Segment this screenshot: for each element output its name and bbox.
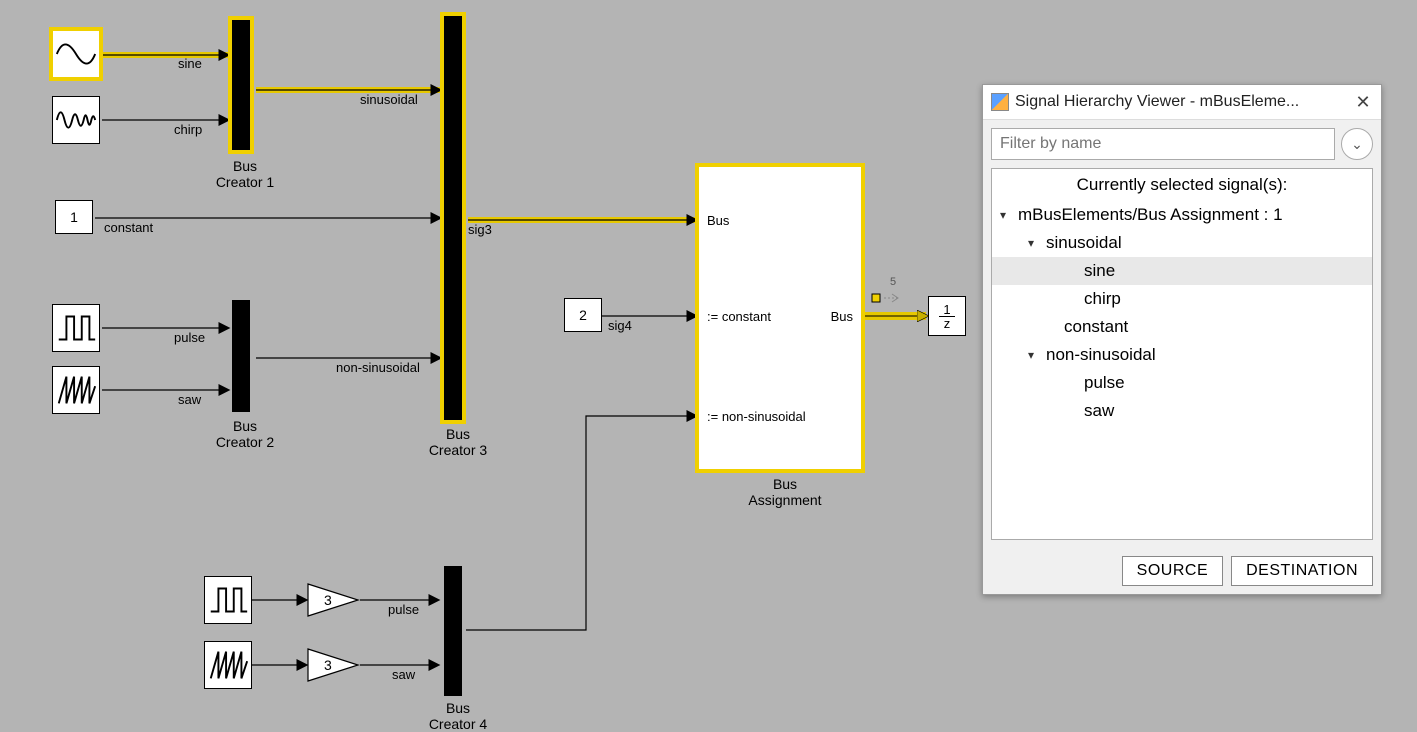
bus-assignment-port-constant: := constant xyxy=(707,309,771,324)
bus-assignment-port-out: Bus xyxy=(831,309,853,324)
constant-1-value: 1 xyxy=(70,209,78,225)
signal-tree[interactable]: Currently selected signal(s): ▾mBusEleme… xyxy=(991,168,1373,540)
signal-label-nonsinu: non-sinusoidal xyxy=(336,360,420,375)
signal-label-saw: saw xyxy=(178,392,201,407)
tree-node-nonsinu[interactable]: ▾non-sinusoidal xyxy=(992,341,1372,369)
signal-hierarchy-viewer-dialog[interactable]: Signal Hierarchy Viewer - mBusEleme... ✕… xyxy=(982,84,1382,595)
source-button[interactable]: SOURCE xyxy=(1122,556,1223,586)
signal-label-sig4: sig4 xyxy=(608,318,632,333)
dialog-titlebar[interactable]: Signal Hierarchy Viewer - mBusEleme... ✕ xyxy=(983,85,1381,120)
gain-2-block[interactable]: 3 xyxy=(306,647,360,683)
destination-button[interactable]: DESTINATION xyxy=(1231,556,1373,586)
sine-wave-block[interactable] xyxy=(52,30,100,78)
bus-creator-3-label: Bus Creator 3 xyxy=(408,426,508,458)
tree-header: Currently selected signal(s): xyxy=(992,169,1372,201)
pulse-block[interactable] xyxy=(52,304,100,352)
dialog-title-text: Signal Hierarchy Viewer - mBusEleme... xyxy=(1015,93,1353,111)
bus-creator-2-label: Bus Creator 2 xyxy=(200,418,290,450)
bus-assignment-port-bus: Bus xyxy=(707,213,729,228)
constant-2-value: 2 xyxy=(579,307,587,323)
bus-creator-4[interactable] xyxy=(444,566,462,696)
bus-assignment-label: Bus Assignment xyxy=(730,476,840,508)
signal-label-sinusoidal: sinusoidal xyxy=(360,92,418,107)
signal-trace-badge[interactable] xyxy=(868,288,908,306)
trace-badge-count: 5 xyxy=(890,276,896,288)
close-icon[interactable]: ✕ xyxy=(1353,92,1373,112)
delay-num: 1 xyxy=(939,303,954,317)
bus-creator-3[interactable] xyxy=(444,16,462,420)
bus-creator-2[interactable] xyxy=(232,300,250,412)
delay-den: z xyxy=(940,317,955,330)
filter-options-button[interactable]: ⌄ xyxy=(1341,128,1373,160)
gain-2-value: 3 xyxy=(324,657,332,673)
tree-node-sinusoidal[interactable]: ▾sinusoidal xyxy=(992,229,1372,257)
bus-creator-1-label: Bus Creator 1 xyxy=(200,158,290,190)
saw-2-block[interactable] xyxy=(204,641,252,689)
chirp-block[interactable] xyxy=(52,96,100,144)
tree-leaf-saw[interactable]: saw xyxy=(992,397,1372,425)
unit-delay-block[interactable]: 1 z xyxy=(928,296,966,336)
signal-label-saw2: saw xyxy=(392,667,415,682)
signal-label-sine: sine xyxy=(178,56,202,71)
signal-label-constant: constant xyxy=(104,220,153,235)
tree-leaf-constant[interactable]: constant xyxy=(992,313,1372,341)
bus-creator-1[interactable] xyxy=(232,20,250,150)
constant-2-block[interactable]: 2 xyxy=(564,298,602,332)
signal-label-pulse: pulse xyxy=(174,330,205,345)
bus-creator-4-label: Bus Creator 4 xyxy=(408,700,508,732)
dialog-app-icon xyxy=(991,93,1009,111)
gain-1-block[interactable]: 3 xyxy=(306,582,360,618)
tree-leaf-sine[interactable]: sine xyxy=(992,257,1372,285)
gain-1-value: 3 xyxy=(324,592,332,608)
tree-root[interactable]: ▾mBusElements/Bus Assignment : 1 xyxy=(992,201,1372,229)
signal-label-pulse2: pulse xyxy=(388,602,419,617)
tree-leaf-pulse[interactable]: pulse xyxy=(992,369,1372,397)
bus-assignment-block[interactable]: Bus := constant := non-sinusoidal Bus xyxy=(698,166,862,470)
signal-label-chirp: chirp xyxy=(174,122,202,137)
saw-block[interactable] xyxy=(52,366,100,414)
pulse-2-block[interactable] xyxy=(204,576,252,624)
constant-1-block[interactable]: 1 xyxy=(55,200,93,234)
chevron-down-icon: ⌄ xyxy=(1351,136,1363,153)
tree-leaf-chirp[interactable]: chirp xyxy=(992,285,1372,313)
filter-input[interactable] xyxy=(991,128,1335,160)
signal-label-sig3: sig3 xyxy=(468,222,492,237)
bus-assignment-port-nonsinu: := non-sinusoidal xyxy=(707,409,806,424)
